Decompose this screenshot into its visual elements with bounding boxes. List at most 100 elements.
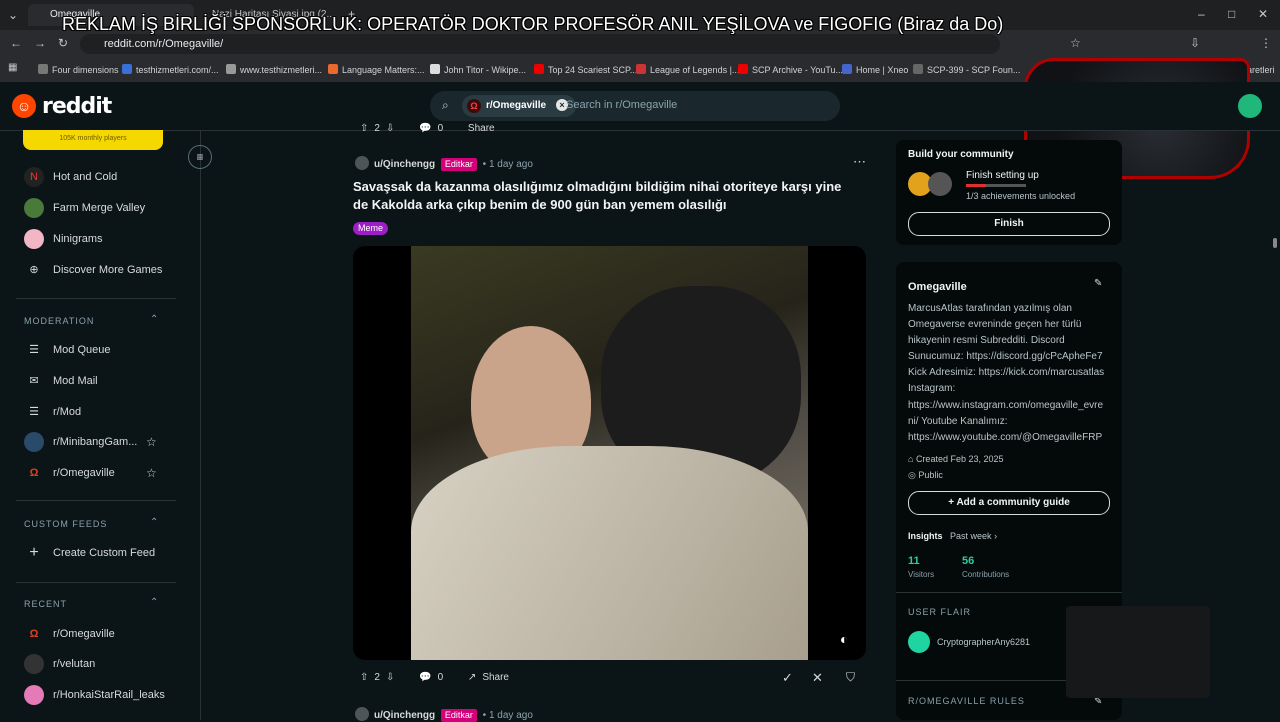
bookmark-item[interactable]: Top 24 Scariest SCP... [534,62,637,78]
close-window-icon[interactable]: ✕ [1258,7,1268,21]
reddit-header: ☺ reddit ⌕ Ω r/Omegaville × Search in r/O… [0,82,1280,131]
ninigrams-icon [24,229,44,249]
description-line: MarcusAtlas tarafından yazılmış olan [908,303,1072,314]
divider [16,298,176,299]
build-heading: Build your community [908,149,1014,160]
post-flair-tag[interactable]: Meme [353,222,389,235]
bookmark-item[interactable]: John Titor - Wikipe... [430,62,526,78]
subreddit-icon [24,432,44,452]
omegaville-icon: Ω [467,99,481,113]
bookmark-item[interactable]: SCP Archive - YouTu... [738,62,843,78]
tab-search-icon[interactable]: ⌄ [8,8,18,22]
achievements-text: 1/3 achievements unlocked [966,191,1076,201]
finish-button[interactable]: Finish [908,212,1110,236]
bookmark-item[interactable]: testhizmetleri.com/... [122,62,219,78]
insights-row[interactable]: Insights Past week › [908,528,997,544]
author-flair: Editkar [440,158,477,171]
monthly-players-banner[interactable]: 105K monthly players [23,130,163,150]
reddit-logo-icon[interactable]: ☺ [12,94,36,118]
edit-icon[interactable]: ✎ [1094,278,1102,289]
share-icon[interactable]: ↗ [468,672,476,683]
search-bar[interactable]: ⌕ Ω r/Omegaville × Search in r/Omegaville [430,91,840,121]
bookmark-item[interactable]: League of Legends |... [636,62,739,78]
bookmark-item[interactable]: www.testhizmetleri... [226,62,322,78]
post-video[interactable]: ◐ [353,246,866,660]
scrollbar-thumb[interactable] [1273,238,1277,248]
flair-avatar [908,631,930,653]
hot-and-cold-icon: N [24,167,44,187]
bookmark-item[interactable]: Language Matters:... [328,62,425,78]
custom-feeds-heading: CUSTOM FEEDS [24,519,108,529]
user-flair-heading: USER FLAIR [908,607,972,617]
mod-icon: ☰ [29,406,39,418]
mod-mail-icon: ✉ [29,375,39,387]
description-line: Instagram: [908,383,956,394]
moderation-heading: MODERATION [24,316,95,326]
bookmark-item[interactable]: Home | Xneo [842,62,908,78]
add-community-guide-button[interactable]: + Add a community guide [908,491,1110,515]
setup-progress [966,184,1026,187]
user-avatar[interactable] [1238,94,1262,118]
description-line: hikayenin resmi Subredditi. Discord [908,335,1065,346]
mod-queue-icon: ☰ [29,344,39,356]
chevron-up-icon[interactable]: ⌃ [150,517,158,528]
collapse-sidebar-button[interactable]: ≡ [188,145,212,169]
search-input[interactable]: Search in r/Omegaville [566,99,677,111]
divider [896,592,1122,593]
page-scrollbar[interactable] [1272,130,1278,720]
plus-icon: + [29,544,39,561]
velutan-icon [24,654,44,674]
downvote-icon[interactable]: ⇩ [386,123,394,134]
author-avatar[interactable] [355,156,369,170]
bookmark-star-icon[interactable]: ☆ [1070,36,1081,50]
remove-icon[interactable]: ✕ [812,670,823,686]
forward-icon[interactable]: → [34,36,46,50]
upvote-icon[interactable]: ⇧ [360,672,368,683]
post-actions: ⇧ 2 ⇩ 💬 0 ↗ Share [360,672,509,683]
description-line[interactable]: https://www.youtube.com/@OmegavilleFRP [908,430,1102,446]
post-author[interactable]: u/Qinchengg [374,159,435,170]
chevron-up-icon[interactable]: ⌃ [150,597,158,608]
favorite-star-icon[interactable]: ☆ [146,466,157,480]
apps-grid-icon[interactable]: ▦ [8,62,17,73]
share-button[interactable]: Share [468,123,495,134]
community-name: Omegaville [908,281,967,293]
omegaville-icon: Ω [29,628,39,640]
user-flair-name[interactable]: CryptographerAny6281 [937,634,1030,650]
description-line[interactable]: https://www.instagram.com/omegaville_evr… [908,398,1103,414]
reload-icon[interactable]: ↻ [58,36,68,50]
description-line[interactable]: Sunucumuz: https://discord.gg/cPcAphеFe7 [908,349,1103,365]
setup-title: Finish setting up [966,170,1039,181]
post-overflow-icon[interactable]: ⋯ [853,154,866,170]
description-line[interactable]: Kick Adresimiz: https://kick.com/marcusa… [908,365,1104,381]
approve-icon[interactable]: ✓ [782,670,793,686]
upvote-icon[interactable]: ⇧ [360,123,368,134]
favorite-star-icon[interactable]: ☆ [146,435,157,449]
gamepad-icon: ⊕ [29,264,39,276]
post-time: 1 day ago [488,159,533,170]
created-date: ⌂ Created Feb 23, 2025 [908,454,1004,464]
back-icon[interactable]: ← [10,36,22,50]
rules-heading: R/OMEGAVILLE RULES [908,696,1025,706]
bookmark-item[interactable]: Four dimensions [38,62,119,78]
video-frame [411,246,808,660]
comment-icon[interactable]: 💬 [419,672,431,683]
maximize-icon[interactable]: □ [1228,7,1235,21]
volume-icon[interactable]: ◐ [840,631,848,647]
comment-icon[interactable]: 💬 [419,123,431,134]
post-title[interactable]: Savaşsak da kazanma olasılığımız olmadığ… [353,178,853,214]
bookmark-item[interactable]: SCP-399 - SCP Foun... [913,62,1020,78]
minimize-icon[interactable]: – [1198,7,1205,21]
browser-menu-icon[interactable]: ⋮ [1260,36,1272,50]
chevron-up-icon[interactable]: ⌃ [150,314,158,325]
honkai-icon [24,685,44,705]
subreddit-search-chip[interactable]: Ω r/Omegaville × [462,95,577,117]
url-field[interactable]: reddit.com/r/Omegaville/ [80,34,1000,54]
downvote-icon[interactable]: ⇩ [386,672,394,683]
share-button[interactable]: Share [482,672,509,683]
shield-icon[interactable]: ⛉ [846,670,855,685]
prev-post-actions: ⇧ 2 ⇩ 💬 0 Share [360,123,495,134]
download-icon[interactable]: ⇩ [1190,36,1200,50]
reddit-wordmark[interactable]: reddit [42,94,112,119]
author-avatar[interactable] [355,707,369,721]
